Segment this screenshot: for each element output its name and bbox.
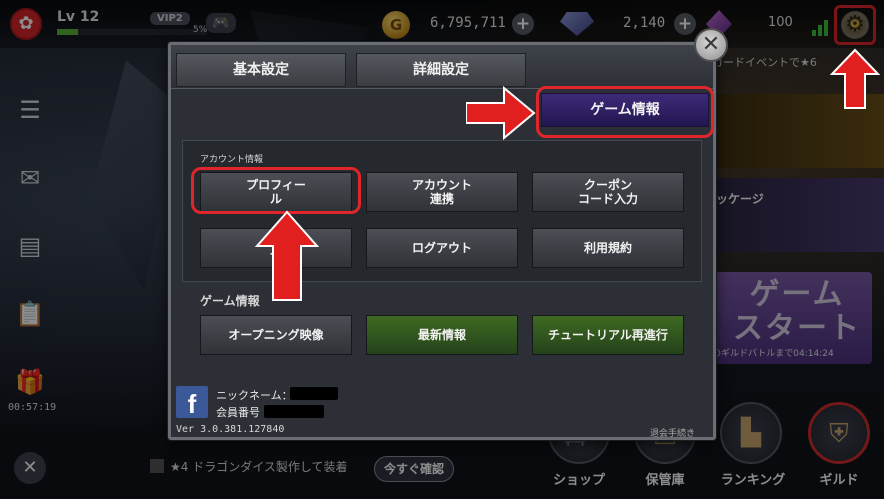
opening-movie-button[interactable]: オープニング映像 — [200, 315, 352, 355]
coupon-code-button[interactable]: クーポン コード入力 — [532, 172, 684, 212]
game-info-tab-highlight — [536, 86, 714, 138]
facebook-icon: f — [176, 386, 208, 419]
arrow-right-icon — [466, 86, 536, 140]
arrow-up-icon — [255, 210, 319, 301]
account-link-button[interactable]: アカウント 連携 — [366, 172, 518, 212]
close-icon[interactable]: ✕ — [694, 28, 728, 62]
logout-button[interactable]: ログアウト — [366, 228, 518, 268]
tutorial-replay-button[interactable]: チュートリアル再進行 — [532, 315, 684, 355]
member-number-label: 会員番号 — [216, 406, 260, 419]
account-section-label: アカウント情報 — [200, 155, 264, 165]
tab-advanced-settings[interactable]: 詳細設定 — [356, 53, 526, 87]
version-text: Ver 3.0.381.127840 — [176, 424, 285, 435]
tab-basic-settings[interactable]: 基本設定 — [176, 53, 346, 87]
latest-news-button[interactable]: 最新情報 — [366, 315, 518, 355]
member-number-redacted — [264, 405, 324, 418]
nickname-label: ニックネーム： — [216, 389, 293, 402]
nickname-redacted — [290, 387, 338, 400]
terms-of-use-button[interactable]: 利用規約 — [532, 228, 684, 268]
profile-button-highlight — [191, 167, 361, 214]
withdraw-link[interactable]: 退会手続き — [650, 426, 695, 439]
arrow-up-settings-icon — [830, 48, 880, 109]
game-info-section-label: ゲーム情報 — [200, 294, 260, 308]
